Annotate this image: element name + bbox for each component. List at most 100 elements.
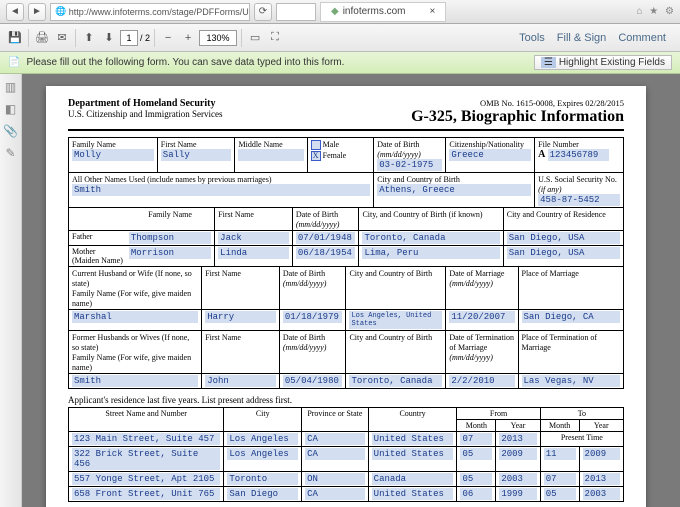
- field-res-from_y[interactable]: 2013: [499, 433, 536, 445]
- home-icon[interactable]: ⌂: [636, 6, 642, 17]
- field-res-to_m[interactable]: 05: [544, 488, 576, 500]
- form-title: G-325, Biographic Information: [411, 108, 624, 126]
- field-res-country[interactable]: United States: [372, 448, 454, 460]
- pdf-toolbar: 💾 🖨 ✉ ⬆ ⬇ 1 / 2 − + 130% ▭ ⛶ Tools Fill …: [0, 24, 680, 52]
- field-res-from_m[interactable]: 05: [460, 448, 492, 460]
- field-spouse-dob[interactable]: 01/18/1979: [283, 311, 343, 323]
- fit-icon[interactable]: ▭: [246, 29, 264, 47]
- field-former-first[interactable]: John: [205, 375, 276, 387]
- field-mother-res[interactable]: San Diego, USA: [507, 247, 620, 259]
- omb-text: OMB No. 1615-0008, Expires 02/28/2015: [411, 98, 624, 108]
- field-former-birth[interactable]: Toronto, Canada: [349, 375, 442, 387]
- field-res-to_y[interactable]: 2013: [583, 473, 620, 485]
- field-res-country[interactable]: United States: [372, 488, 454, 500]
- url-bar[interactable]: 🌐 http://www.infoterms.com/stage/PDFForm…: [50, 3, 250, 21]
- browser-tab[interactable]: ◆infoterms.com×: [320, 2, 446, 22]
- field-res-to_m[interactable]: 07: [544, 473, 576, 485]
- highlight-fields-button[interactable]: ☰Highlight Existing Fields: [534, 55, 672, 70]
- field-res-from_y[interactable]: 2009: [499, 448, 536, 460]
- read-mode-icon[interactable]: ⛶: [266, 29, 284, 47]
- zoom-input[interactable]: 130%: [199, 30, 237, 46]
- thumbnails-icon[interactable]: ▥: [5, 80, 16, 94]
- field-mother-family[interactable]: Morrison: [129, 247, 211, 259]
- reload-button[interactable]: ⟳: [254, 3, 272, 21]
- field-spouse-family[interactable]: Marshal: [72, 311, 198, 323]
- field-res-to_y[interactable]: 2003: [583, 488, 620, 500]
- gear-icon[interactable]: ⚙: [665, 6, 674, 17]
- field-mother-dob[interactable]: 06/18/1954: [296, 247, 356, 259]
- field-res-from_m[interactable]: 05: [460, 473, 492, 485]
- field-res-city[interactable]: Los Angeles: [227, 448, 298, 460]
- field-citizenship[interactable]: Greece: [449, 149, 531, 161]
- field-other-names[interactable]: Smith: [72, 184, 370, 196]
- page-down-icon[interactable]: ⬇: [100, 29, 118, 47]
- field-term-date[interactable]: 2/2/2010: [449, 375, 514, 387]
- field-res-from_m[interactable]: 07: [460, 433, 492, 445]
- signature-icon[interactable]: ✎: [5, 146, 15, 160]
- mail-icon[interactable]: ✉: [53, 29, 71, 47]
- field-res-prov[interactable]: CA: [305, 488, 365, 500]
- field-res-from_y[interactable]: 2003: [499, 473, 536, 485]
- field-res-prov[interactable]: CA: [305, 433, 365, 445]
- bookmark-icon[interactable]: ◧: [5, 102, 16, 116]
- field-res-street[interactable]: 123 Main Street, Suite 457: [72, 433, 220, 445]
- field-res-city[interactable]: Toronto: [227, 473, 298, 485]
- field-former-dob[interactable]: 05/04/1980: [283, 375, 343, 387]
- field-birth-place[interactable]: Athens, Greece: [377, 184, 531, 196]
- zoom-in-icon[interactable]: +: [179, 29, 197, 47]
- field-father-birth[interactable]: Toronto, Canada: [362, 232, 499, 244]
- checkbox-male[interactable]: [311, 140, 321, 150]
- field-res-prov[interactable]: CA: [305, 448, 365, 460]
- field-mother-first[interactable]: Linda: [218, 247, 289, 259]
- page-number-input[interactable]: 1: [120, 30, 138, 46]
- tools-link[interactable]: Tools: [519, 32, 545, 44]
- side-panel: ▥ ◧ 📎 ✎: [0, 74, 22, 507]
- field-res-to_y[interactable]: 2009: [583, 448, 620, 460]
- field-ssn[interactable]: 458-87-5452: [538, 194, 620, 206]
- field-res-country[interactable]: Canada: [372, 473, 454, 485]
- field-father-family[interactable]: Thompson: [129, 232, 211, 244]
- field-res-country[interactable]: United States: [372, 433, 454, 445]
- field-marriage-date[interactable]: 11/20/2007: [449, 311, 514, 323]
- attachment-icon[interactable]: 📎: [3, 124, 18, 138]
- field-father-res[interactable]: San Diego, USA: [507, 232, 620, 244]
- field-res-street[interactable]: 322 Brick Street, Suite 456: [72, 448, 220, 470]
- field-spouse-first[interactable]: Harry: [205, 311, 276, 323]
- field-first-name[interactable]: Sally: [161, 149, 232, 161]
- table-row: 123 Main Street, Suite 457 Los Angeles CA U…: [69, 432, 624, 447]
- field-res-street[interactable]: 557 Yonge Street, Apt 2105: [72, 473, 220, 485]
- field-term-place[interactable]: Las Vegas, NV: [522, 375, 621, 387]
- star-icon[interactable]: ★: [649, 6, 658, 17]
- search-box[interactable]: [276, 3, 316, 21]
- fill-sign-link[interactable]: Fill & Sign: [557, 32, 607, 44]
- field-former-family[interactable]: Smith: [72, 375, 198, 387]
- field-family-name[interactable]: Molly: [72, 149, 154, 161]
- field-res-city[interactable]: Los Angeles: [227, 433, 298, 445]
- pdf-page: Department of Homeland Security U.S. Cit…: [46, 86, 646, 507]
- zoom-out-icon[interactable]: −: [159, 29, 177, 47]
- residence-heading: Applicant's residence last five years. L…: [68, 389, 624, 407]
- comment-link[interactable]: Comment: [618, 32, 666, 44]
- field-res-from_y[interactable]: 1999: [499, 488, 536, 500]
- checkbox-female[interactable]: X: [311, 151, 321, 161]
- field-res-city[interactable]: San Diego: [227, 488, 298, 500]
- forward-button[interactable]: ►: [28, 3, 46, 21]
- field-dob[interactable]: 03-02-1975: [377, 159, 442, 171]
- field-res-street[interactable]: 658 Front Street, Unit 765: [72, 488, 220, 500]
- field-father-first[interactable]: Jack: [218, 232, 289, 244]
- field-res-prov[interactable]: ON: [305, 473, 365, 485]
- table-row: 322 Brick Street, Suite 456 Los Angeles CA…: [69, 447, 624, 472]
- field-file-number[interactable]: 123456789: [548, 149, 609, 161]
- field-middle-name[interactable]: [238, 149, 303, 161]
- field-res-from_m[interactable]: 06: [460, 488, 492, 500]
- back-button[interactable]: ◄: [6, 3, 24, 21]
- field-mother-birth[interactable]: Lima, Peru: [362, 247, 499, 259]
- field-father-dob[interactable]: 07/01/1948: [296, 232, 356, 244]
- field-marriage-place[interactable]: San Diego, CA: [522, 311, 621, 323]
- save-icon[interactable]: 💾: [6, 29, 24, 47]
- page-up-icon[interactable]: ⬆: [80, 29, 98, 47]
- field-res-to_m[interactable]: 11: [544, 448, 576, 460]
- print-icon[interactable]: 🖨: [33, 29, 51, 47]
- field-spouse-birth[interactable]: Los Angeles, United States: [349, 311, 442, 329]
- table-row: 557 Yonge Street, Apt 2105 Toronto ON Canad…: [69, 472, 624, 487]
